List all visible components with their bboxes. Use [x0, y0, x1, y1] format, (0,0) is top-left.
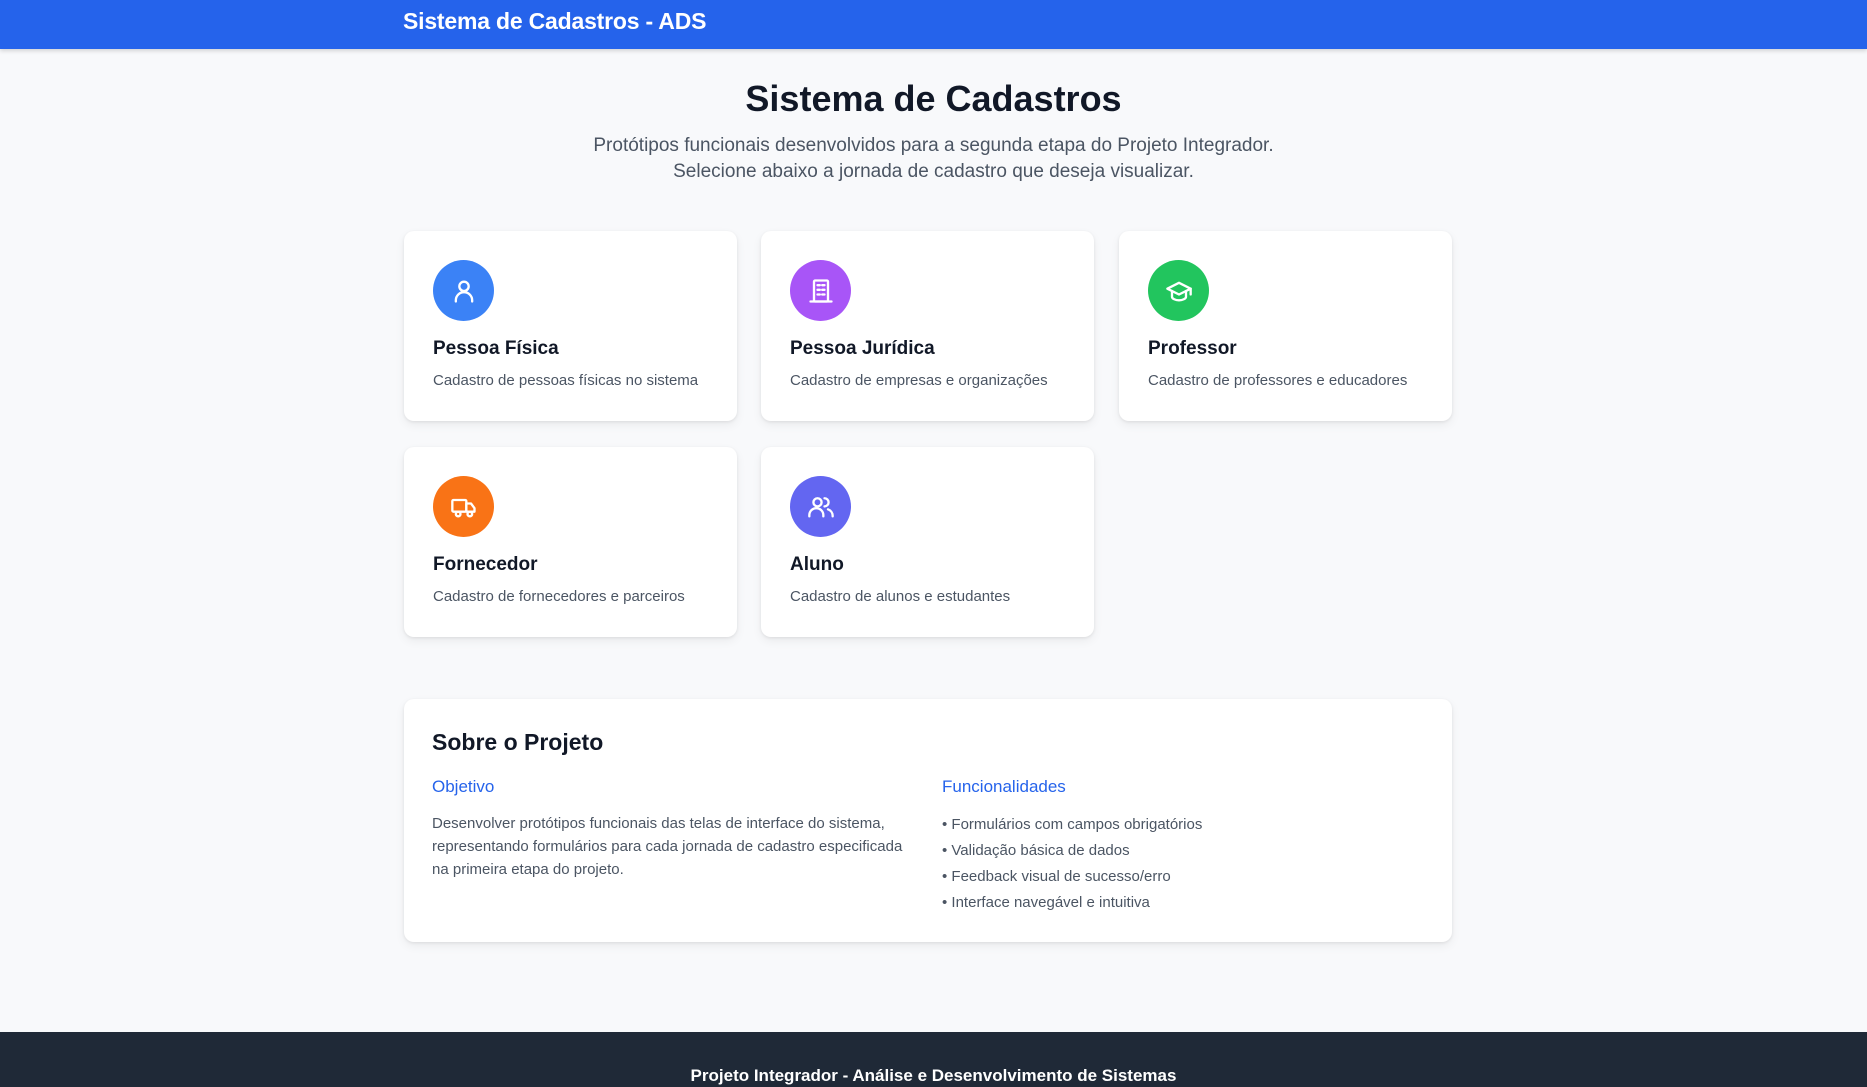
objective-title: Objetivo — [432, 777, 495, 796]
about-section: Sobre o Projeto Objetivo Desenvolver pro… — [404, 699, 1452, 942]
card-description: Cadastro de empresas e organizações — [790, 372, 1048, 389]
subtitle-line-1: Protótipos funcionais desenvolvidos para… — [593, 135, 1274, 156]
card-pessoa-fisica[interactable]: Pessoa Física Cadastro de pessoas física… — [404, 231, 737, 421]
card-title: Professor — [1148, 338, 1237, 359]
card-title: Pessoa Física — [433, 338, 559, 359]
card-description: Cadastro de professores e educadores — [1148, 372, 1408, 389]
card-title: Fornecedor — [433, 554, 538, 575]
card-title: Pessoa Jurídica — [790, 338, 935, 359]
feature-item: • Formulários com campos obrigatórios — [942, 816, 1203, 833]
card-pessoa-juridica[interactable]: Pessoa Jurídica Cadastro de empresas e o… — [761, 231, 1094, 421]
footer-text: Projeto Integrador - Análise e Desenvolv… — [690, 1066, 1177, 1085]
features-title: Funcionalidades — [942, 777, 1066, 796]
card-title: Aluno — [790, 554, 844, 575]
feature-item: • Interface navegável e intuitiva — [942, 894, 1150, 911]
building-icon — [790, 260, 851, 321]
card-fornecedor[interactable]: Fornecedor Cadastro de fornecedores e pa… — [404, 447, 737, 637]
feature-item: • Feedback visual de sucesso/erro — [942, 868, 1171, 885]
graduation-cap-icon — [1148, 260, 1209, 321]
users-icon — [790, 476, 851, 537]
card-description: Cadastro de pessoas físicas no sistema — [433, 372, 699, 389]
top-navbar: Sistema de Cadastros - ADS — [0, 0, 1867, 49]
card-aluno[interactable]: Aluno Cadastro de alunos e estudantes — [761, 447, 1094, 637]
card-professor[interactable]: Professor Cadastro de professores e educ… — [1119, 231, 1452, 421]
features-list: • Formulários com campos obrigatórios • … — [942, 812, 1202, 916]
objective-text: Desenvolver protótipos funcionais das te… — [432, 815, 903, 878]
card-description: Cadastro de fornecedores e parceiros — [433, 588, 685, 605]
brand-title[interactable]: Sistema de Cadastros - ADS — [403, 8, 706, 35]
page-title: Sistema de Cadastros — [745, 78, 1122, 119]
user-icon — [433, 260, 494, 321]
subtitle-line-2: Selecione abaixo a jornada de cadastro q… — [673, 161, 1194, 182]
card-description: Cadastro de alunos e estudantes — [790, 588, 1011, 605]
footer: Projeto Integrador - Análise e Desenvolv… — [0, 1032, 1867, 1087]
feature-item: • Validação básica de dados — [942, 842, 1130, 859]
truck-icon — [433, 476, 494, 537]
page-subtitle: Protótipos funcionais desenvolvidos para… — [0, 133, 1867, 185]
about-title: Sobre o Projeto — [432, 729, 604, 755]
